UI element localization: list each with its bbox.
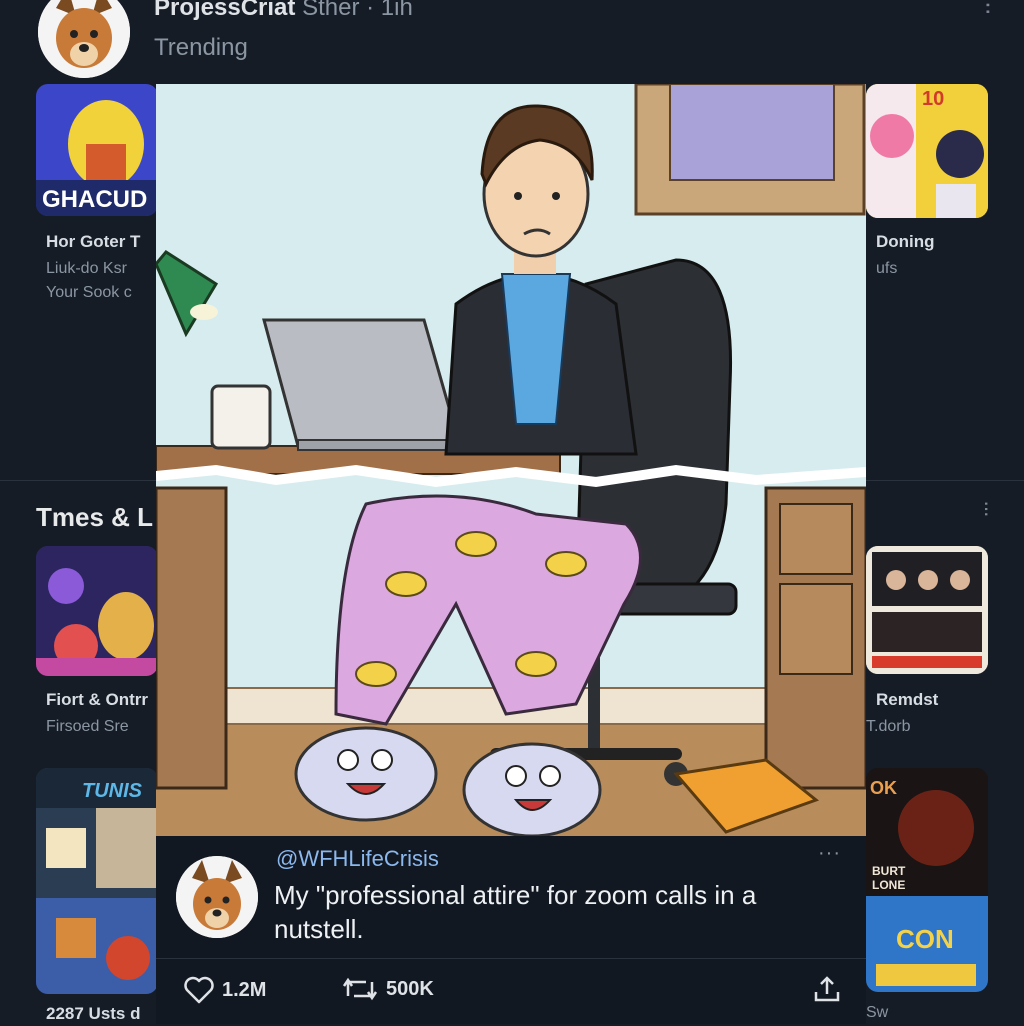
trend-title[interactable]: Remdst (876, 690, 938, 710)
author-name[interactable]: ProjessCriat (154, 0, 295, 21)
author-line: ProjessCriat Sther · 1ih (154, 0, 413, 22)
trend-card-thumb-r3[interactable]: OK BURT LONE CON (866, 768, 988, 992)
trend-card-thumb-1[interactable]: GHACUD (36, 84, 158, 216)
author-avatar[interactable] (38, 0, 130, 78)
trend-thumb-art (36, 546, 158, 676)
section-divider (0, 480, 156, 481)
section-title: Tmes & L (36, 502, 154, 532)
dog-avatar-icon (38, 0, 130, 78)
post-author-avatar[interactable] (176, 856, 258, 938)
footer-count: 2287 Usts d (46, 1004, 141, 1023)
share-icon (814, 976, 840, 1002)
post-header: ProjessCriat Sther · 1ih Trending ··· (0, 0, 1024, 80)
thumb-text: CON (896, 924, 954, 954)
thumb-text: TUNIS (82, 780, 142, 802)
trend-card-thumb-3[interactable]: TUNIS (36, 768, 158, 994)
more-icon[interactable]: ··· (818, 842, 841, 865)
wfh-illustration (156, 84, 866, 836)
repost-button[interactable]: 500K (342, 976, 434, 1002)
trend-title[interactable]: Hor Goter T (46, 232, 156, 252)
like-button[interactable]: 1.2M (184, 976, 266, 1004)
trend-card-thumb-r1[interactable]: 10 (866, 84, 988, 218)
more-icon[interactable]: ··· (974, 0, 1005, 14)
more-icon[interactable]: ··· (974, 500, 1000, 516)
trend-subtitle: Liuk-do Ksr (46, 260, 127, 277)
section-divider (866, 480, 1024, 481)
post-divider (156, 958, 866, 959)
repost-icon (342, 977, 378, 1001)
like-count: 1.2M (222, 978, 267, 1001)
thumb-text: BURT LONE (872, 864, 906, 892)
thumb-text: OK (870, 778, 897, 798)
heart-icon (184, 976, 214, 1004)
trend-title[interactable]: Fiort & Ontrr (46, 690, 156, 710)
trend-card-thumb-r2[interactable] (866, 546, 988, 674)
share-button[interactable] (812, 974, 842, 1009)
thumb-text: GHACUD (42, 186, 148, 213)
post-handle[interactable]: @WFHLifeCrisis (276, 846, 439, 872)
trend-title[interactable]: Doning (876, 232, 935, 252)
trend-subtitle: Your Sook c (46, 284, 132, 301)
trend-card-thumb-2[interactable] (36, 546, 158, 676)
trend-thumb-art (866, 546, 988, 674)
trend-subtitle: Sw (866, 1004, 889, 1021)
trend-subtitle: T.dorb (866, 718, 911, 735)
trend-subtitle: Firsoed Sre (46, 718, 129, 735)
dog-avatar-icon (176, 856, 258, 938)
repost-count: 500K (386, 977, 434, 1000)
post-image[interactable] (156, 84, 866, 836)
thumb-text: 10 (922, 88, 945, 110)
header-subtitle: Trending (154, 34, 248, 61)
post-meta: Sther · 1ih (302, 0, 413, 21)
trend-subtitle: ufs (876, 260, 898, 277)
post-text: My "professional attire" for zoom calls … (274, 880, 757, 944)
